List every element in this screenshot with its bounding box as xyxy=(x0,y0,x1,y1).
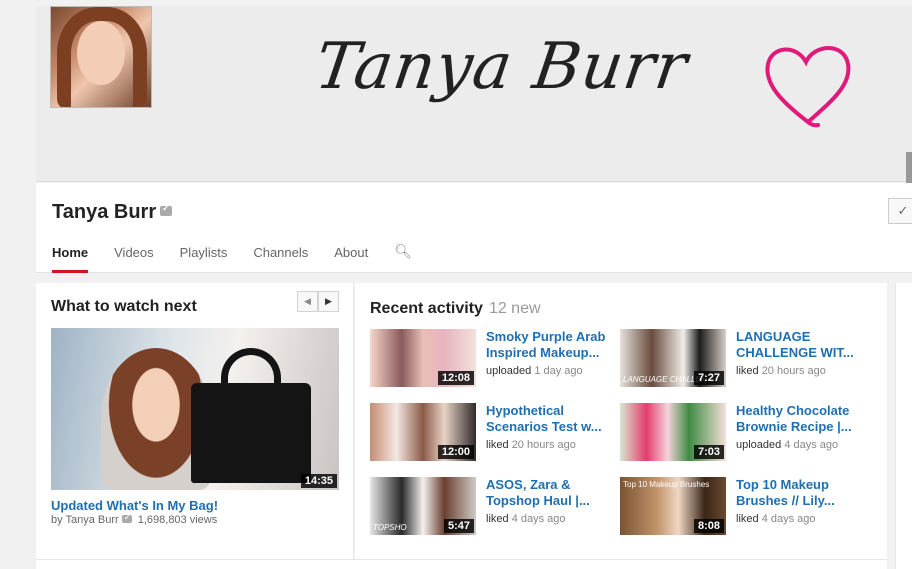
activity-time: 4 days ago xyxy=(761,513,816,525)
next-arrow-icon[interactable]: ▶ xyxy=(318,291,339,312)
video-duration: 14:35 xyxy=(300,474,337,488)
prev-arrow-icon[interactable]: ◀ xyxy=(297,291,318,312)
activity-title[interactable]: ASOS, Zara & Topshop Haul |... xyxy=(486,477,616,509)
video-duration: 7:03 xyxy=(693,445,724,459)
activity-thumbnail[interactable]: TOPSHO 5:47 xyxy=(370,477,476,535)
activity-action: uploaded xyxy=(736,439,782,451)
avatar-face xyxy=(77,21,125,85)
activity-time: 20 hours ago xyxy=(761,365,826,377)
activity-title[interactable]: Top 10 Makeup Brushes // Lily... xyxy=(736,477,866,509)
featured-video-author[interactable]: by Tanya Burr xyxy=(51,514,119,526)
search-icon[interactable]: 🔍︎ xyxy=(394,243,412,273)
what-to-watch-panel: What to watch next ◀ ▶ 14:35 Updated Wha… xyxy=(36,283,354,559)
activity-thumbnail[interactable]: 7:03 xyxy=(620,403,726,461)
bottom-section xyxy=(36,559,887,569)
activity-item[interactable]: 12:08 Smoky Purple Arab Inspired Makeup.… xyxy=(370,329,620,387)
video-duration: 12:08 xyxy=(437,371,474,385)
tab-about[interactable]: About xyxy=(334,245,368,273)
activity-item[interactable]: 7:03 Healthy Chocolate Brownie Recipe |.… xyxy=(620,403,870,461)
new-count-badge: 12 new xyxy=(488,300,541,317)
heart-icon xyxy=(765,46,851,128)
avatar[interactable] xyxy=(50,6,152,108)
activity-action: liked xyxy=(486,513,509,525)
tab-home[interactable]: Home xyxy=(52,245,89,273)
recent-activity-heading: Recent activity 12 new xyxy=(370,300,541,318)
thumbnail-caption: Top 10 Makeup Brushes xyxy=(623,480,710,489)
activity-meta: liked 20 hours ago xyxy=(736,365,826,377)
channel-header: Tanya Burr ✓ Home Videos Playlists Chann… xyxy=(36,183,912,273)
subscribe-button[interactable]: ✓ xyxy=(888,198,912,224)
activity-thumbnail[interactable]: Top 10 Makeup Brushes 8:08 xyxy=(620,477,726,535)
activity-action: liked xyxy=(486,439,509,451)
video-duration: 8:08 xyxy=(693,519,724,533)
tab-videos[interactable]: Videos xyxy=(114,245,154,273)
what-to-watch-heading: What to watch next xyxy=(51,298,197,315)
channel-nav: Home Videos Playlists Channels About 🔍︎ xyxy=(52,243,438,273)
activity-action: uploaded xyxy=(486,365,532,377)
activity-action: liked xyxy=(736,513,759,525)
activity-time: 4 days ago xyxy=(511,513,566,525)
featured-video-meta: by Tanya Burr 1,698,803 views xyxy=(51,512,218,526)
thumbnail-caption: TOPSHO xyxy=(373,523,407,532)
recent-activity-title: Recent activity xyxy=(370,300,483,317)
video-duration: 7:27 xyxy=(693,371,724,385)
verified-icon xyxy=(121,512,132,523)
activity-item[interactable]: TOPSHO 5:47 ASOS, Zara & Topshop Haul |.… xyxy=(370,477,620,535)
featured-video-title[interactable]: Updated What's In My Bag! xyxy=(51,498,218,513)
activity-item[interactable]: 12:00 Hypothetical Scenarios Test w... l… xyxy=(370,403,620,461)
activity-time: 1 day ago xyxy=(534,365,583,377)
activity-thumbnail[interactable]: 12:00 xyxy=(370,403,476,461)
check-icon: ✓ xyxy=(897,203,909,218)
activity-thumbnail[interactable]: 12:08 xyxy=(370,329,476,387)
carousel-pager: ◀ ▶ xyxy=(297,291,339,312)
activity-time: 4 days ago xyxy=(784,439,839,451)
activity-title[interactable]: Smoky Purple Arab Inspired Makeup... xyxy=(486,329,616,361)
banner-signature: Tanya Burr xyxy=(310,30,693,104)
youtube-channel-page: ta Tanya Burr Tanya Burr ✓ Home Videos P… xyxy=(0,0,912,569)
activity-item[interactable]: Top 10 Makeup Brushes 8:08 Top 10 Makeup… xyxy=(620,477,870,535)
thumbnail-bag xyxy=(191,383,311,483)
video-duration: 12:00 xyxy=(437,445,474,459)
activity-thumbnail[interactable]: LANGUAGE CHALLEN 7:27 xyxy=(620,329,726,387)
tab-channels[interactable]: Channels xyxy=(253,245,308,273)
activity-title[interactable]: LANGUAGE CHALLENGE WIT... xyxy=(736,329,866,361)
channel-title: Tanya Burr xyxy=(52,201,173,224)
activity-meta: liked 20 hours ago xyxy=(486,439,576,451)
activity-meta: uploaded 1 day ago xyxy=(486,365,583,377)
tab-playlists[interactable]: Playlists xyxy=(180,245,228,273)
activity-time: 20 hours ago xyxy=(511,439,576,451)
recent-activity-panel: Recent activity 12 new 12:08 Smoky Purple… xyxy=(355,283,887,559)
featured-video-thumbnail[interactable]: 14:35 xyxy=(51,328,339,490)
activity-title[interactable]: Healthy Chocolate Brownie Recipe |... xyxy=(736,403,866,435)
activity-meta: liked 4 days ago xyxy=(736,513,816,525)
activity-meta: uploaded 4 days ago xyxy=(736,439,838,451)
featured-video-views: 1,698,803 views xyxy=(137,514,218,526)
activity-item[interactable]: LANGUAGE CHALLEN 7:27 LANGUAGE CHALLENGE… xyxy=(620,329,870,387)
activity-action: liked xyxy=(736,365,759,377)
video-duration: 5:47 xyxy=(443,519,474,533)
side-panel-edge xyxy=(895,283,912,569)
channel-title-text: Tanya Burr xyxy=(52,201,157,223)
activity-title[interactable]: Hypothetical Scenarios Test w... xyxy=(486,403,616,435)
activity-meta: liked 4 days ago xyxy=(486,513,566,525)
verified-icon xyxy=(160,203,173,216)
